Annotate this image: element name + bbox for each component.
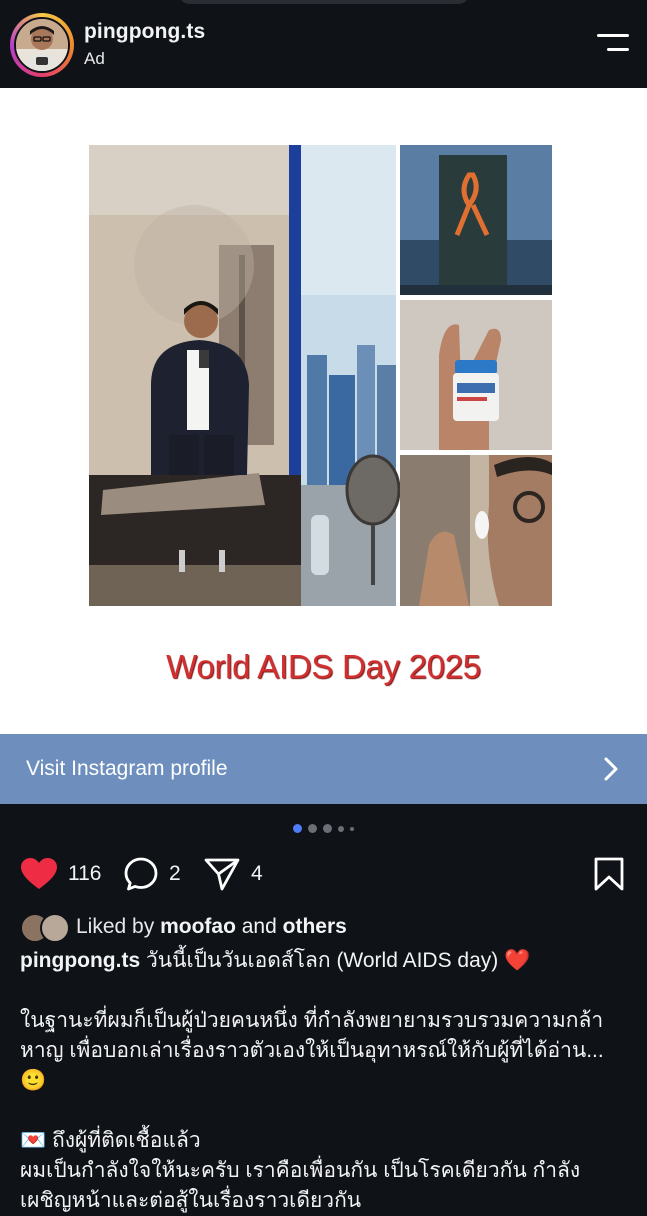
share-icon	[204, 858, 240, 891]
visit-profile-label: Visit Instagram profile	[26, 757, 228, 780]
comment-button[interactable]: 2	[123, 852, 181, 896]
share-count: 4	[251, 862, 263, 885]
save-button[interactable]	[593, 852, 625, 896]
caption-paragraph: ในฐานะที่ผมก็เป็นผู้ป่วยคนหนึ่ง ที่กำลัง…	[20, 1009, 604, 1092]
bookmark-icon	[594, 857, 624, 891]
post-media[interactable]: World AIDS Day 2025	[0, 88, 647, 734]
carousel-dot	[323, 824, 332, 833]
post-caption: pingpong.ts วันนี้เป็นวันเอดส์โลก (World…	[20, 946, 628, 1216]
visit-profile-button[interactable]: Visit Instagram profile	[0, 734, 647, 804]
carousel-indicator	[0, 824, 647, 833]
post-actions: 116 2 4	[0, 852, 647, 896]
building-ribbon-photo	[400, 145, 552, 295]
post-username[interactable]: pingpong.ts	[84, 20, 205, 44]
media-title: World AIDS Day 2025	[166, 648, 481, 685]
caption-heading: 💌 ถึงผู้ที่ติดเชื้อแล้ว	[20, 1129, 201, 1152]
carousel-dot	[293, 824, 302, 833]
avatar-image	[14, 17, 70, 73]
liked-by-user[interactable]: moofao	[160, 915, 236, 939]
avatar	[40, 913, 70, 943]
window-view-photo	[301, 145, 401, 606]
carousel-dot	[308, 824, 317, 833]
man-with-pill-photo	[400, 455, 552, 606]
carousel-dot	[350, 826, 354, 831]
liked-by-avatars	[20, 913, 70, 943]
liked-by-and: and	[241, 915, 277, 938]
comment-count: 2	[169, 862, 181, 885]
comment-icon	[124, 857, 158, 891]
liked-by-row[interactable]: Liked by moofao and others	[20, 912, 347, 943]
liked-by-others[interactable]: others	[283, 915, 347, 939]
share-button[interactable]: 4	[203, 852, 263, 896]
post-header: pingpong.ts Ad	[0, 0, 647, 88]
sponsored-label: Ad	[84, 49, 105, 68]
photo-collage	[89, 145, 552, 606]
pill-bottle-photo	[400, 300, 552, 450]
liked-by-prefix: Liked by	[76, 915, 155, 938]
menu-icon[interactable]	[597, 34, 629, 54]
mirror-selfie-photo	[89, 145, 301, 606]
heart-icon	[21, 858, 57, 889]
profile-avatar[interactable]	[10, 13, 74, 77]
carousel-dot	[338, 825, 344, 832]
like-count: 116	[68, 862, 102, 885]
caption-username[interactable]: pingpong.ts	[20, 949, 140, 972]
caption-paragraph: ผมเป็นกำลังใจให้นะครับ เราคือเพื่อนกัน เ…	[20, 1159, 581, 1212]
like-button[interactable]: 116	[20, 852, 101, 896]
chevron-right-icon	[604, 757, 618, 781]
caption-line: วันนี้เป็นวันเอดส์โลก (World AIDS day) ❤…	[145, 949, 531, 972]
